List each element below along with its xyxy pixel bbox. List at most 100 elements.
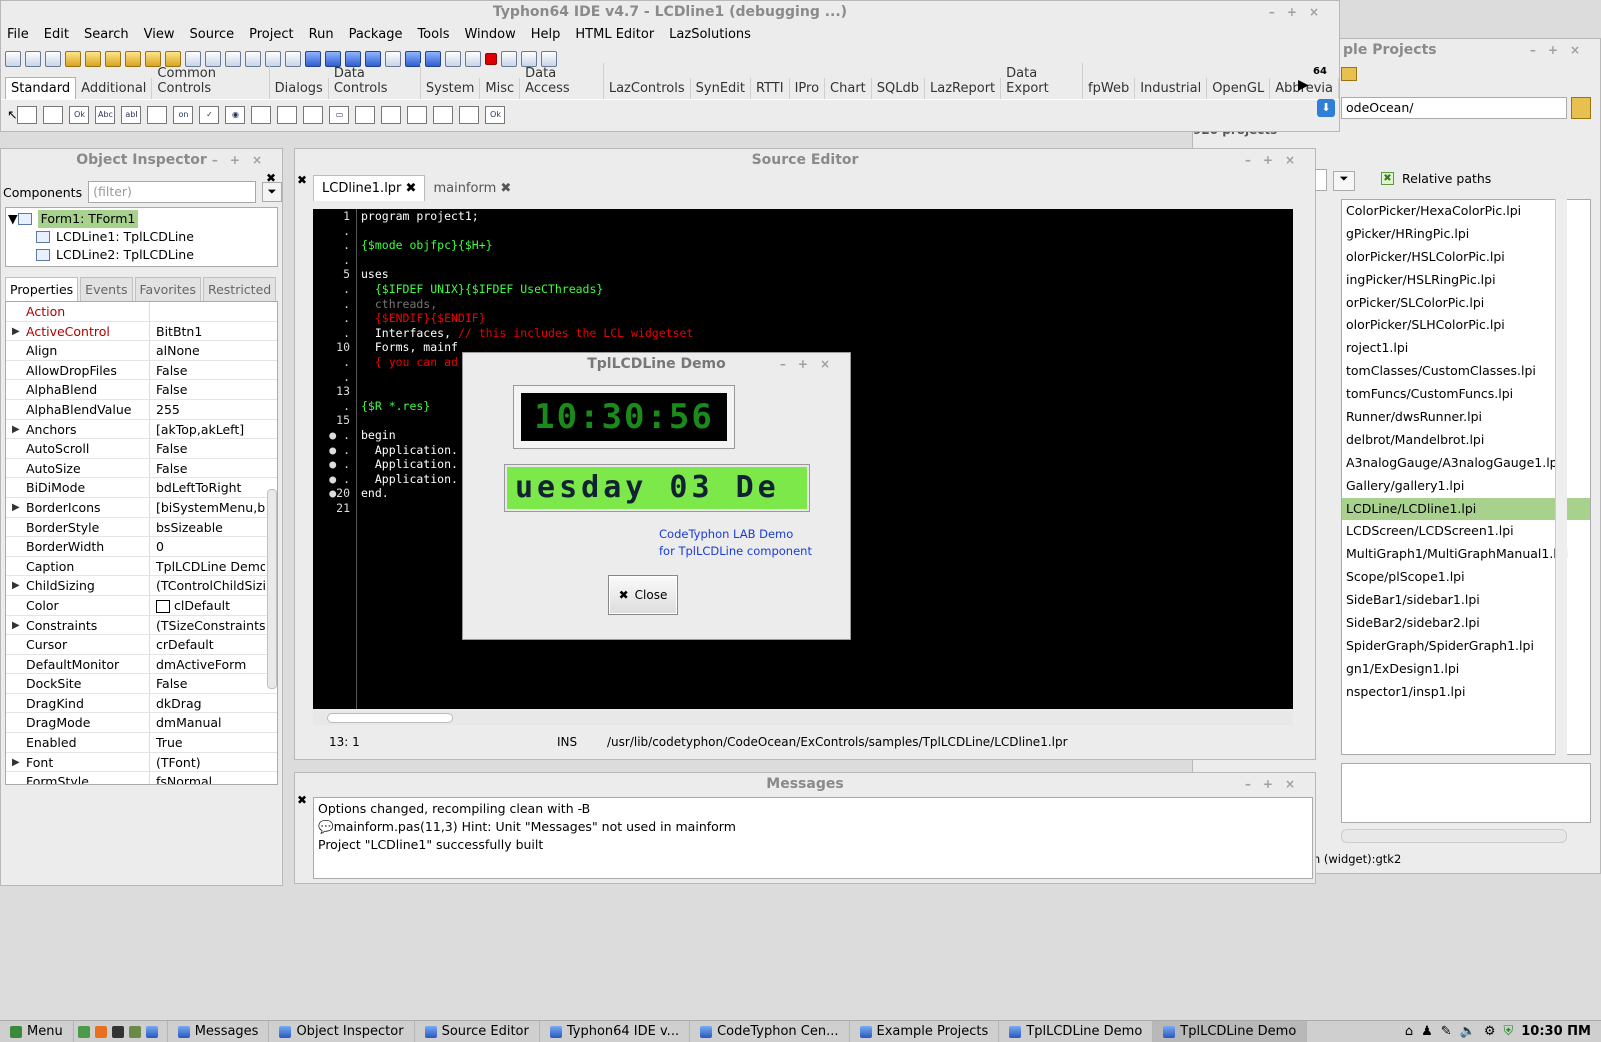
- expand-icon[interactable]: [6, 772, 26, 784]
- property-row[interactable]: Align alNone: [6, 341, 277, 361]
- project-list-item[interactable]: Gallery/gallery1.lpi: [1342, 475, 1590, 498]
- component-icon[interactable]: ✓: [199, 105, 220, 124]
- property-row[interactable]: Action: [6, 302, 277, 322]
- volume-icon[interactable]: 🔈: [1460, 1024, 1476, 1039]
- palette-tab-standard[interactable]: Standard: [5, 77, 77, 99]
- component-icon[interactable]: on: [173, 105, 194, 124]
- project-list-item[interactable]: roject1.lpi: [1342, 337, 1590, 360]
- project-list-item[interactable]: nspector1/insp1.lpi: [1342, 681, 1590, 704]
- close-button[interactable]: ✖ Close: [608, 575, 678, 615]
- property-row[interactable]: DragKind dkDrag: [6, 693, 277, 714]
- component-icon[interactable]: [147, 105, 168, 124]
- taskbar-item[interactable]: Example Projects: [850, 1020, 1000, 1042]
- toolbar-button-icon[interactable]: [105, 51, 121, 67]
- expand-icon[interactable]: [6, 518, 26, 537]
- property-row[interactable]: ▶ Font (TFont): [6, 752, 277, 773]
- property-value[interactable]: dmActiveForm: [150, 655, 265, 674]
- properties-grid[interactable]: Action ▶ ActiveControl BitBtn1 Align alNone Al…: [5, 301, 278, 785]
- projects-list[interactable]: ColorPicker/HexaColorPic.lpi gPicker/HRin…: [1341, 199, 1591, 755]
- toolbar-button-icon[interactable]: [501, 51, 517, 67]
- expand-icon[interactable]: [6, 674, 26, 693]
- expand-icon[interactable]: [6, 380, 26, 399]
- expand-icon[interactable]: [6, 635, 26, 654]
- tree-item[interactable]: LCDLine2: TplLCDLine: [6, 246, 277, 264]
- palette-tab-system[interactable]: System: [421, 78, 481, 99]
- filter-icon[interactable]: ⏷: [1333, 171, 1355, 191]
- start-menu-button[interactable]: Menu: [0, 1020, 74, 1042]
- projects-scrollbar[interactable]: [1555, 199, 1567, 755]
- expand-icon[interactable]: ▶: [6, 420, 26, 439]
- component-icon[interactable]: [303, 105, 324, 124]
- property-row[interactable]: AutoSize False: [6, 458, 277, 479]
- property-row[interactable]: ▶ Constraints (TSizeConstraints): [6, 615, 277, 636]
- property-value[interactable]: clDefault: [150, 596, 265, 615]
- toolbar-button-icon[interactable]: [85, 51, 101, 67]
- updates-icon[interactable]: ⚙: [1484, 1024, 1496, 1039]
- project-list-item[interactable]: gPicker/HRingPic.lpi: [1342, 223, 1590, 246]
- arrow-down-icon[interactable]: ⬇: [1317, 99, 1335, 117]
- expand-icon[interactable]: [6, 596, 26, 615]
- close-icon[interactable]: ✖: [297, 793, 307, 807]
- property-row[interactable]: FormStyle fsNormal: [6, 772, 277, 784]
- palette-tab-data-controls[interactable]: Data Controls: [329, 63, 421, 99]
- component-icon[interactable]: ◉: [225, 105, 246, 124]
- tab-close-icon[interactable]: ✖: [500, 181, 511, 196]
- tree-item[interactable]: LCDLine1: TplLCDLine: [6, 228, 277, 246]
- palette-tab-common-controls[interactable]: Common Controls: [152, 63, 270, 99]
- property-value[interactable]: dkDrag: [150, 694, 265, 713]
- property-value[interactable]: False: [150, 439, 265, 458]
- component-icon[interactable]: Ok: [69, 105, 90, 124]
- toolbar-button-icon[interactable]: [5, 51, 21, 67]
- expand-icon[interactable]: [6, 713, 26, 732]
- expand-icon[interactable]: [6, 341, 26, 360]
- property-value[interactable]: False: [150, 361, 265, 380]
- property-value[interactable]: (TSizeConstraints): [150, 616, 265, 635]
- component-icon[interactable]: Abc: [95, 105, 116, 124]
- expand-icon[interactable]: ▶: [6, 753, 26, 772]
- browse-folder-button[interactable]: [1571, 97, 1591, 119]
- palette-tab-ipro[interactable]: IPro: [790, 78, 826, 99]
- toolbar-button-icon[interactable]: [485, 53, 497, 65]
- close-icon[interactable]: ✖: [266, 171, 276, 185]
- expand-icon[interactable]: [6, 733, 26, 752]
- menu-item-source[interactable]: Source: [189, 27, 234, 42]
- component-icon[interactable]: [355, 105, 376, 124]
- tools-icon[interactable]: ✎: [1441, 1024, 1452, 1039]
- property-value[interactable]: alNone: [150, 341, 265, 360]
- menu-item-lazsolutions[interactable]: LazSolutions: [669, 27, 751, 42]
- property-value[interactable]: True: [150, 733, 265, 752]
- project-list-item[interactable]: tomClasses/CustomClasses.lpi: [1342, 360, 1590, 383]
- user-icon[interactable]: ♟: [1421, 1024, 1433, 1039]
- palette-tab-data-export[interactable]: Data Export: [1001, 63, 1084, 99]
- tab-lcdline1-lpr[interactable]: LCDline1.lpr ✖: [313, 175, 426, 201]
- project-list-item[interactable]: gn1/ExDesign1.lpi: [1342, 658, 1590, 681]
- tab-properties[interactable]: Properties: [5, 277, 79, 301]
- project-list-item[interactable]: delbrot/Mandelbrot.lpi: [1342, 429, 1590, 452]
- projects-path-field[interactable]: odeOcean/: [1341, 97, 1567, 119]
- project-list-item[interactable]: A3nalogGauge/A3nalogGauge1.lpi: [1342, 452, 1590, 475]
- project-list-item[interactable]: MultiGraph1/MultiGraphManual1.lpi: [1342, 543, 1590, 566]
- property-value[interactable]: [150, 302, 265, 321]
- property-row[interactable]: Caption TplLCDLine Demo: [6, 556, 277, 577]
- pointer-icon[interactable]: ↖: [7, 107, 17, 122]
- component-icon[interactable]: Ok: [485, 105, 506, 124]
- expand-icon[interactable]: [6, 361, 26, 380]
- palette-tab-rtti[interactable]: RTTI: [751, 78, 790, 99]
- info-scrollbar[interactable]: [1341, 829, 1567, 843]
- palette-tab-lazreport[interactable]: LazReport: [925, 78, 1002, 99]
- palette-tab-industrial[interactable]: Industrial: [1135, 78, 1208, 99]
- property-row[interactable]: ▶ Anchors [akTop,akLeft]: [6, 419, 277, 440]
- tab-restricted[interactable]: Restricted: [202, 277, 277, 301]
- palette-tab-fpweb[interactable]: fpWeb: [1083, 78, 1136, 99]
- tab-events[interactable]: Events: [80, 277, 133, 301]
- network-icon[interactable]: ⌂: [1405, 1024, 1413, 1039]
- property-value[interactable]: (TControlChildSizin: [150, 576, 265, 595]
- palette-tab-lazcontrols[interactable]: LazControls: [604, 78, 691, 99]
- component-icon[interactable]: [433, 105, 454, 124]
- quick-launch[interactable]: [74, 1020, 168, 1042]
- editor-hscrollbar[interactable]: [313, 711, 1293, 725]
- component-icon[interactable]: abI: [121, 105, 142, 124]
- component-icon[interactable]: [17, 105, 38, 124]
- menu-item-search[interactable]: Search: [84, 27, 129, 42]
- properties-scrollbar[interactable]: [267, 489, 277, 689]
